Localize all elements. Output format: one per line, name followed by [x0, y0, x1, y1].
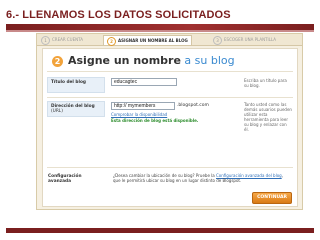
- blogger-screenshot: 1 CREAR CUENTA 2 ASIGNAR UN NOMBRE AL BLOG…: [36, 33, 303, 210]
- blog-address-suffix: .blogspot.com: [177, 103, 209, 108]
- continue-button[interactable]: CONTINUAR: [252, 192, 292, 204]
- check-availability-link[interactable]: Comprobar la disponibilidad: [111, 112, 167, 117]
- divider: [47, 167, 293, 168]
- step-number-badge: 2: [52, 56, 63, 67]
- step-number: 2: [107, 36, 116, 46]
- blog-address-label: Dirección del blog (URL): [47, 101, 105, 117]
- advanced-label: Configuración avanzada: [45, 172, 103, 186]
- step-progress-bar: 1 CREAR CUENTA 2 ASIGNAR UN NOMBRE AL BLOG…: [37, 34, 302, 46]
- availability-status: Esta dirección de blog está disponible.: [111, 118, 199, 123]
- blog-title-help: Escriba un título para su blog.: [244, 78, 287, 88]
- step-create-account[interactable]: 1 CREAR CUENTA: [41, 35, 83, 45]
- step-number: 3: [213, 35, 222, 45]
- blog-address-help: Tanto usted como las demás usuarios pued…: [244, 102, 292, 132]
- panel-title: Asigne un nombre a su blog: [68, 54, 235, 67]
- step-label: CREAR CUENTA: [52, 37, 83, 42]
- blog-address-input[interactable]: [111, 102, 175, 110]
- divider: [47, 71, 293, 72]
- panel-title-rest: a su blog: [180, 54, 235, 67]
- step-label: ASIGNAR UN NOMBRE AL BLOG: [118, 38, 188, 43]
- step-name-blog[interactable]: 2 ASIGNAR UN NOMBRE AL BLOG: [103, 35, 192, 46]
- advanced-text: ¿Desea cambiar la ubicación de su blog? …: [113, 173, 289, 183]
- divider: [47, 97, 293, 98]
- step-choose-template[interactable]: 3 ESCOGER UNA PLANTILLA: [213, 35, 276, 45]
- blog-address-label-sub: (URL): [51, 109, 63, 114]
- slide-heading: 6.- LLENAMOS LOS DATOS SOLICITADOS: [6, 9, 231, 21]
- step-number: 1: [41, 35, 50, 45]
- blog-title-input[interactable]: [111, 78, 177, 86]
- heading-rule: [6, 24, 314, 32]
- footer-rule: [6, 228, 314, 233]
- blog-title-label: Título del blog: [47, 77, 105, 93]
- form-panel: 2 Asigne un nombre a su blog Título del …: [42, 48, 298, 207]
- step-label: ESCOGER UNA PLANTILLA: [224, 37, 276, 42]
- panel-title-bold: Asigne un nombre: [68, 54, 181, 67]
